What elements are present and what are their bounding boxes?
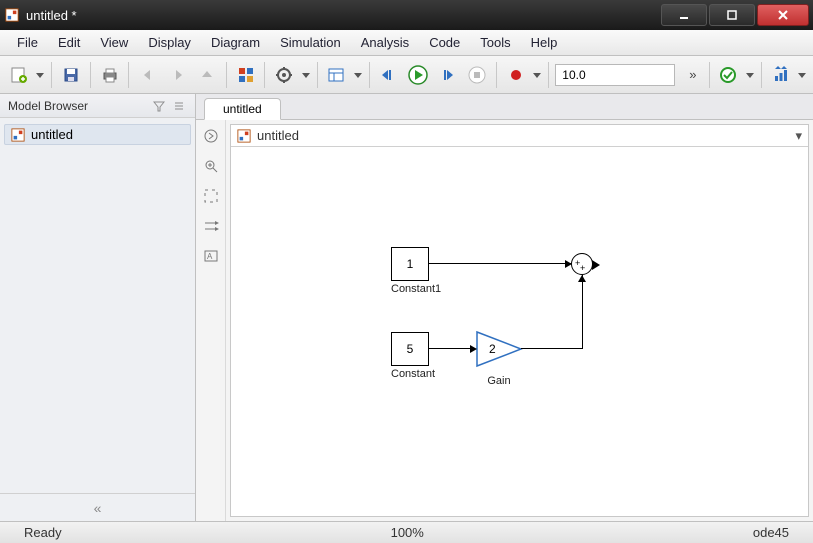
collapse-sidebar-button[interactable]: «	[0, 493, 195, 521]
menu-tools[interactable]: Tools	[471, 32, 519, 53]
window-title: untitled *	[26, 8, 659, 23]
update-diagram-button[interactable]	[715, 62, 741, 88]
arrow-icon	[565, 260, 572, 268]
panel-menu-icon[interactable]	[171, 98, 187, 114]
block-sum[interactable]	[571, 253, 593, 275]
canvas-palette: A	[196, 120, 226, 521]
arrow-icon	[578, 275, 586, 282]
menu-simulation[interactable]: Simulation	[271, 32, 350, 53]
status-solver[interactable]: ode45	[739, 525, 803, 540]
menu-edit[interactable]: Edit	[49, 32, 89, 53]
back-button[interactable]	[135, 62, 161, 88]
tab-untitled[interactable]: untitled	[204, 98, 281, 120]
status-zoom[interactable]: 100%	[377, 525, 438, 540]
zoom-icon[interactable]	[201, 156, 221, 176]
annotation-icon[interactable]: A	[201, 246, 221, 266]
toggle-sample-time-icon[interactable]	[201, 216, 221, 236]
breadcrumb-dropdown[interactable]: ▾	[795, 128, 802, 144]
fit-to-view-icon[interactable]	[201, 186, 221, 206]
menu-analysis[interactable]: Analysis	[352, 32, 418, 53]
signal-line[interactable]	[429, 263, 571, 264]
model-icon	[237, 129, 251, 143]
status-bar: Ready 100% ode45	[0, 521, 813, 543]
new-model-button[interactable]	[6, 62, 32, 88]
tab-bar: untitled	[196, 94, 813, 120]
model-canvas[interactable]: 1 Constant1 5 Constant 2 Gain	[231, 147, 808, 516]
signal-line[interactable]	[429, 348, 475, 349]
status-ready: Ready	[10, 525, 76, 540]
hide-browser-icon[interactable]	[201, 126, 221, 146]
close-button[interactable]	[757, 4, 809, 26]
build-button[interactable]	[768, 62, 794, 88]
minimize-button[interactable]	[661, 4, 707, 26]
signal-line[interactable]	[521, 348, 582, 349]
library-browser-button[interactable]	[233, 62, 259, 88]
block-constant[interactable]: 5 Constant	[391, 332, 435, 380]
menu-help[interactable]: Help	[522, 32, 567, 53]
record-dropdown[interactable]	[532, 71, 542, 79]
forward-button[interactable]	[165, 62, 191, 88]
save-button[interactable]	[58, 62, 84, 88]
model-config-button[interactable]	[271, 62, 297, 88]
svg-text:A: A	[207, 252, 213, 261]
filter-icon[interactable]	[151, 98, 167, 114]
up-button[interactable]	[194, 62, 220, 88]
menu-bar: File Edit View Display Diagram Simulatio…	[0, 30, 813, 56]
app-icon	[4, 7, 20, 23]
tree-item-label: untitled	[31, 127, 73, 142]
run-button[interactable]	[405, 62, 431, 88]
breadcrumb-path[interactable]: untitled	[257, 128, 299, 143]
record-button[interactable]	[503, 62, 529, 88]
arrow-icon	[470, 345, 477, 353]
model-browser-panel: Model Browser untitled «	[0, 94, 196, 521]
toolbar: »	[0, 56, 813, 94]
stop-button[interactable]	[464, 62, 490, 88]
block-constant1[interactable]: 1 Constant1	[391, 247, 441, 295]
update-dropdown[interactable]	[745, 71, 755, 79]
stop-time-field[interactable]	[555, 64, 675, 86]
menu-code[interactable]: Code	[420, 32, 469, 53]
model-browser-header: Model Browser	[0, 94, 195, 118]
model-explorer-button[interactable]	[324, 62, 350, 88]
breadcrumb-bar: untitled ▾	[231, 125, 808, 147]
new-model-dropdown[interactable]	[36, 71, 46, 79]
build-dropdown[interactable]	[797, 71, 807, 79]
step-forward-button[interactable]	[435, 62, 461, 88]
window-titlebar: untitled *	[0, 0, 813, 30]
block-gain[interactable]: 2 Gain	[475, 330, 523, 387]
signal-line[interactable]	[582, 275, 583, 349]
model-icon	[11, 128, 25, 142]
step-back-button[interactable]	[376, 62, 402, 88]
gain-value-text: 2	[489, 342, 496, 356]
model-config-dropdown[interactable]	[301, 71, 311, 79]
toolbar-more-button[interactable]: »	[683, 67, 702, 82]
menu-display[interactable]: Display	[139, 32, 200, 53]
menu-view[interactable]: View	[91, 32, 137, 53]
tree-item-model[interactable]: untitled	[4, 124, 191, 145]
menu-diagram[interactable]: Diagram	[202, 32, 269, 53]
menu-file[interactable]: File	[8, 32, 47, 53]
print-button[interactable]	[97, 62, 123, 88]
model-browser-title: Model Browser	[8, 99, 88, 113]
maximize-button[interactable]	[709, 4, 755, 26]
model-explorer-dropdown[interactable]	[353, 71, 363, 79]
